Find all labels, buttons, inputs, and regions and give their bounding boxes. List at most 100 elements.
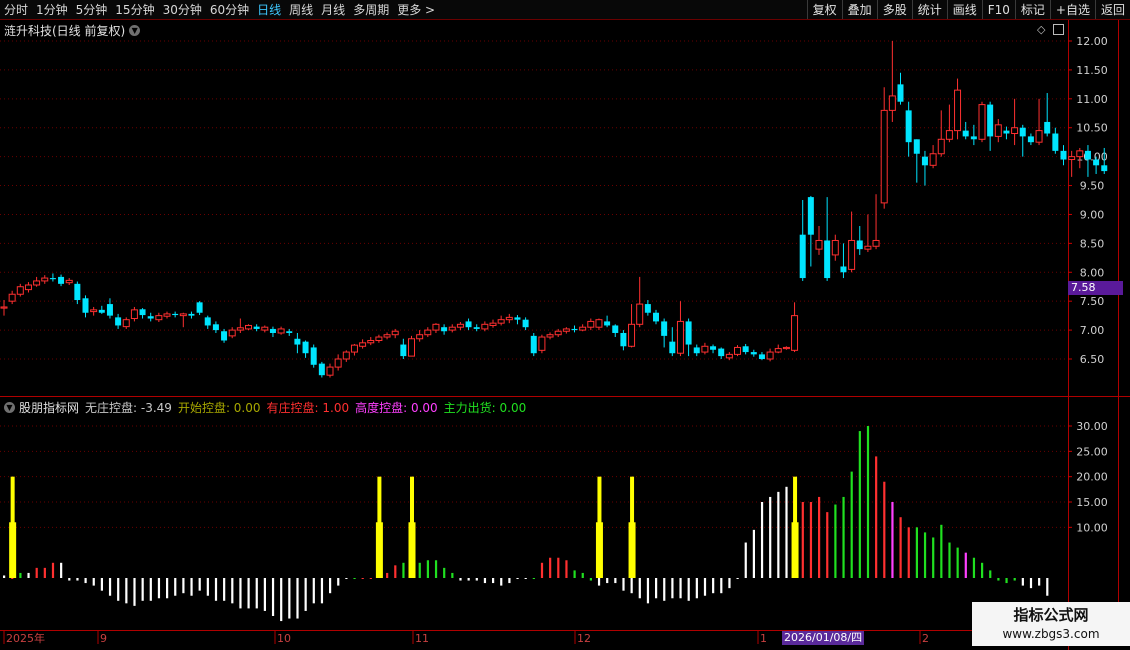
candle-body <box>441 327 448 332</box>
candle-body <box>391 330 399 336</box>
candle-body <box>359 342 367 347</box>
candle-body <box>375 336 383 341</box>
indicator-bar <box>573 570 576 578</box>
indicator-bar <box>182 578 185 594</box>
candle-body <box>465 321 472 328</box>
price-tick-label: 8.50 <box>1080 237 1105 250</box>
indicator-bar <box>1021 578 1024 586</box>
candle-body <box>571 328 578 331</box>
price-tick-label: 7.00 <box>1080 324 1105 337</box>
indicator-bar <box>19 572 22 578</box>
candle-body <box>595 319 603 328</box>
indicator-bar <box>818 496 821 578</box>
indicator-bar <box>712 578 715 594</box>
chevron-down-icon[interactable]: ▼ <box>4 402 15 413</box>
candle-body <box>41 277 49 282</box>
indicator-bar <box>875 456 878 578</box>
current-price-label: 7.58 <box>1068 281 1123 295</box>
indicator-bar <box>736 578 739 579</box>
indicator-bar <box>117 578 120 601</box>
indicator-bar <box>1046 578 1049 596</box>
indicator-bar <box>426 560 429 578</box>
candle-body <box>1011 127 1019 135</box>
indicator-bar <box>744 542 747 578</box>
candle-body <box>481 323 489 330</box>
candle-body <box>774 348 782 353</box>
candle-body <box>1101 165 1108 172</box>
candle-body <box>970 136 977 140</box>
candle-body <box>1084 150 1091 160</box>
indicator-bar <box>524 578 527 579</box>
candle-body <box>33 280 41 286</box>
indicator-bar <box>402 562 405 578</box>
indicator-bar <box>263 578 266 611</box>
candle-body <box>416 334 424 340</box>
candle-body <box>978 104 986 140</box>
indicator-bar <box>329 578 332 594</box>
candle-body <box>424 329 432 336</box>
indicator-bar <box>296 578 299 619</box>
candle-body <box>489 322 497 326</box>
indicator-bar <box>418 562 421 578</box>
signal-bar-wide <box>408 522 416 578</box>
candle-body <box>937 138 945 155</box>
candle-body <box>987 104 994 137</box>
indicator-bar <box>443 567 446 578</box>
indicator-bar <box>84 578 87 584</box>
candle-body <box>179 313 187 317</box>
candle-body <box>782 346 790 350</box>
candle-body <box>1093 159 1100 166</box>
candle-body <box>994 124 1002 137</box>
indicator-tick-label: 10.00 <box>1076 521 1108 534</box>
candle-body <box>636 303 644 325</box>
candle-body <box>294 338 301 345</box>
indicator-bar <box>989 570 992 578</box>
time-label: 1 <box>760 632 767 645</box>
candle-body <box>725 353 733 359</box>
chart-area[interactable]: 12.00 11.50 11.00 10.50 10.00 9.50 9.00 8.50 8.0… <box>0 0 1130 650</box>
indicator-bar <box>434 560 438 578</box>
indicator-bar <box>206 578 209 596</box>
time-label: 10 <box>277 632 291 645</box>
signal-bar-wide <box>595 522 603 578</box>
candle-body <box>791 315 799 351</box>
indicator-bar <box>508 578 511 584</box>
candle-body <box>310 347 317 365</box>
indicator-bar <box>100 578 103 591</box>
candle-body <box>115 317 122 326</box>
indicator-bar <box>27 572 30 578</box>
candle-body <box>245 324 252 330</box>
watermark-url: www.zbgs3.com <box>1002 627 1100 641</box>
candle-body <box>147 316 154 319</box>
indicator-bar <box>557 557 560 578</box>
candle-body <box>106 304 113 316</box>
indicator-bar <box>532 578 535 579</box>
candle-body <box>718 348 725 357</box>
candle-body <box>505 316 513 321</box>
time-label: 12 <box>577 632 591 645</box>
indicator-bar <box>345 578 348 579</box>
candle-body <box>579 326 587 331</box>
candle-body <box>1044 121 1051 134</box>
candle-body <box>815 239 823 250</box>
indicator-bar <box>92 578 95 586</box>
candle-body <box>400 344 407 357</box>
indicator-tick-label: 25.00 <box>1076 445 1108 458</box>
candle-body <box>448 326 456 331</box>
candle-body <box>408 338 415 357</box>
candle-body <box>929 153 937 166</box>
candle-body <box>16 286 24 295</box>
indicator-bar <box>769 496 772 578</box>
indicator-bar <box>141 578 144 601</box>
indicator-bar <box>312 578 315 604</box>
candle-body <box>734 346 741 355</box>
indicator-bar <box>108 578 112 596</box>
candle-body <box>710 346 717 350</box>
candle-body <box>172 313 179 316</box>
watermark-title: 指标公式网 <box>1013 606 1089 624</box>
signal-bar-wide <box>9 522 17 578</box>
candle-body <box>334 358 342 368</box>
candle-body <box>350 344 358 353</box>
time-label: 2 <box>922 632 929 645</box>
indicator-bar <box>655 578 658 599</box>
